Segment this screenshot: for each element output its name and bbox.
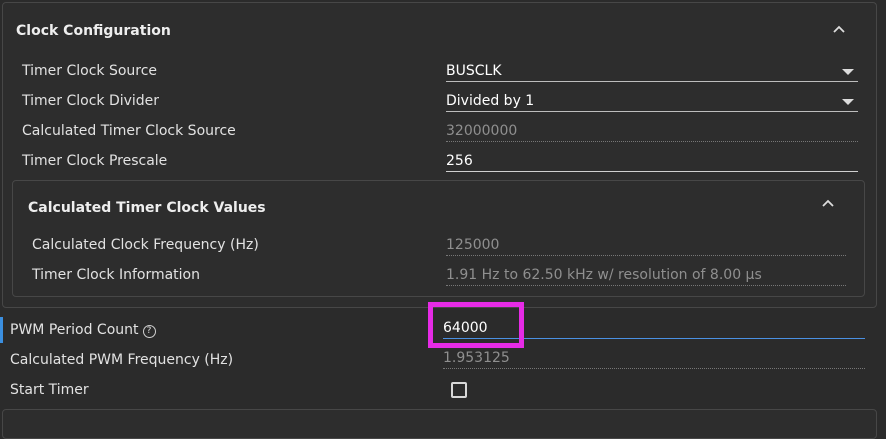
timer-clock-divider-label: Timer Clock Divider <box>22 93 160 109</box>
calculated-pwm-frequency-label: Calculated PWM Frequency (Hz) <box>10 352 234 368</box>
timer-clock-source-select[interactable]: BUSCLK <box>446 60 858 82</box>
pwm-period-count-label: PWM Period Count? <box>10 322 156 338</box>
timer-clock-source-label: Timer Clock Source <box>22 63 158 79</box>
timer-clock-information-label: Timer Clock Information <box>32 267 200 283</box>
calculated-clock-frequency-field: 125000 <box>446 234 846 256</box>
calculated-pwm-frequency-field: 1.953125 <box>443 347 865 369</box>
timer-clock-prescale-value: 256 <box>446 153 473 169</box>
help-icon[interactable]: ? <box>142 325 156 338</box>
calculated-timer-clock-source-label: Calculated Timer Clock Source <box>22 123 236 139</box>
timer-clock-information-field: 1.91 Hz to 62.50 kHz w/ resolution of 8.… <box>446 264 846 286</box>
dropdown-caret-icon <box>842 99 854 105</box>
calculated-clock-frequency-value: 125000 <box>446 237 500 253</box>
start-timer-label: Start Timer <box>10 382 89 398</box>
timer-clock-divider-value: Divided by 1 <box>446 93 535 109</box>
calculated-timer-clock-values-panel: Calculated Timer Clock Values Calculated… <box>12 180 865 297</box>
calculated-pwm-frequency-value: 1.953125 <box>443 350 510 366</box>
timer-clock-divider-select[interactable]: Divided by 1 <box>446 90 858 112</box>
calculated-timer-clock-source-value: 32000000 <box>446 123 518 139</box>
pwm-period-count-label-text: PWM Period Count <box>10 322 139 338</box>
active-row-indicator <box>0 317 3 343</box>
highlight-box <box>428 302 524 348</box>
calculated-timer-clock-values-title: Calculated Timer Clock Values <box>28 200 266 216</box>
calculated-clock-frequency-label: Calculated Clock Frequency (Hz) <box>32 237 259 253</box>
next-section-panel <box>2 409 877 439</box>
calculated-timer-clock-source-field: 32000000 <box>446 120 858 142</box>
timer-clock-prescale-input[interactable]: 256 <box>446 150 858 172</box>
dropdown-caret-icon <box>842 69 854 75</box>
collapse-calculated-values-icon[interactable] <box>819 196 837 210</box>
timer-clock-source-value: BUSCLK <box>446 63 502 79</box>
start-timer-checkbox[interactable] <box>451 382 467 398</box>
timer-clock-information-value: 1.91 Hz to 62.50 kHz w/ resolution of 8.… <box>446 267 762 283</box>
collapse-clock-configuration-icon[interactable] <box>830 22 848 36</box>
clock-configuration-title: Clock Configuration <box>16 23 171 39</box>
timer-clock-prescale-label: Timer Clock Prescale <box>22 153 168 169</box>
